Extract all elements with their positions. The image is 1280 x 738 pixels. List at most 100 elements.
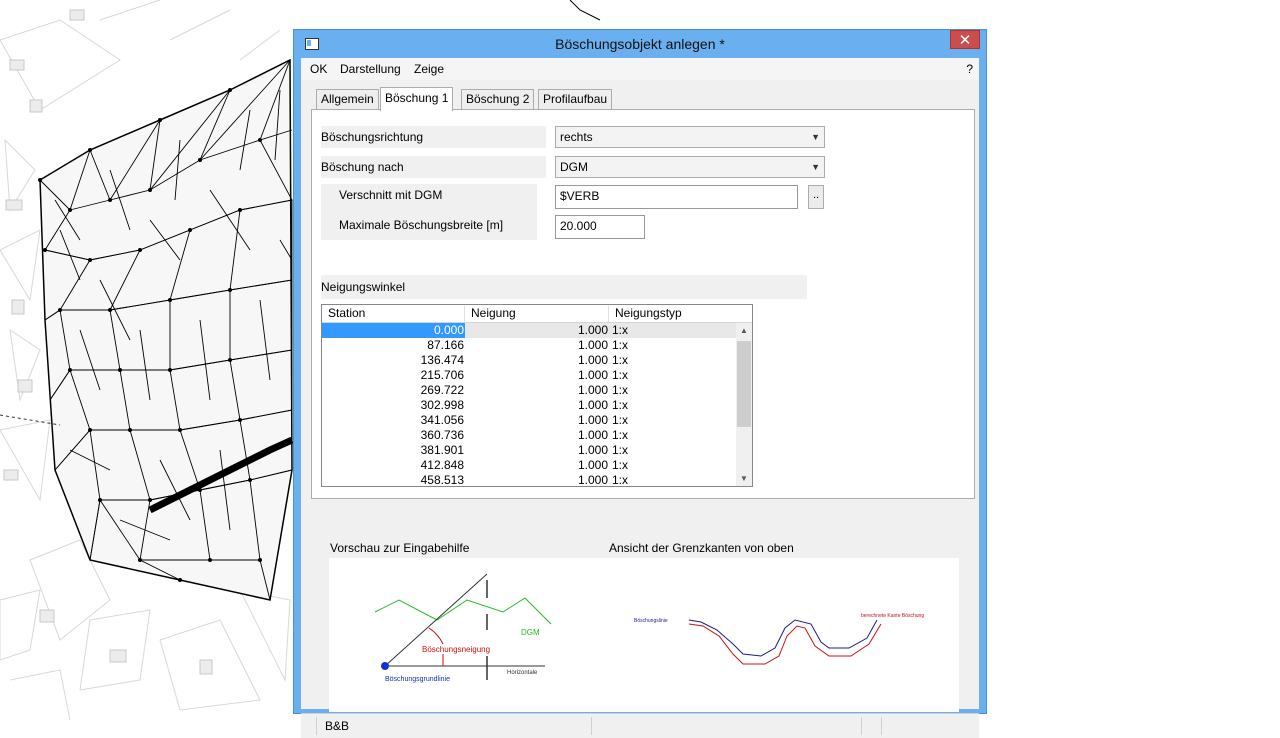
- cell-station[interactable]: 302.998: [322, 398, 465, 413]
- cell-neigung[interactable]: 1.000: [465, 398, 608, 413]
- cell-station[interactable]: 0.000: [322, 323, 465, 338]
- cell-neigung[interactable]: 1.000: [465, 473, 608, 486]
- cell-neigung[interactable]: 1.000: [465, 353, 608, 368]
- cell-neigungstyp[interactable]: 1:x: [612, 413, 628, 428]
- section-neigungswinkel: Neigungswinkel: [321, 275, 807, 299]
- station-value: 136.474: [420, 353, 464, 367]
- tab-allgemein[interactable]: Allgemein: [316, 89, 379, 109]
- table-row[interactable]: 381.901 1.000 1:x: [322, 443, 736, 458]
- station-value: 0.000: [322, 323, 465, 338]
- table-row[interactable]: 215.706 1.000 1:x: [322, 368, 736, 383]
- baseline-text: Böschungsgrundlinie: [385, 676, 450, 683]
- horizontal-text: Horizontale: [507, 670, 538, 676]
- slope-table[interactable]: Station Neigung Neigungstyp 0.000 1.000 1:…: [321, 304, 753, 487]
- cell-neigung[interactable]: 1.000: [465, 338, 608, 353]
- cell-neigungstyp[interactable]: 1:x: [612, 368, 628, 383]
- cell-neigungstyp[interactable]: 1:x: [612, 443, 628, 458]
- scroll-down-icon[interactable]: ▼: [736, 472, 752, 486]
- scroll-thumb[interactable]: [737, 341, 751, 427]
- cell-station[interactable]: 341.056: [322, 413, 465, 428]
- menu-darstellung[interactable]: Darstellung: [340, 62, 401, 76]
- table-row[interactable]: 360.736 1.000 1:x: [322, 428, 736, 443]
- preview-right-title: Ansicht der Grenzkanten von oben: [609, 541, 794, 555]
- target-label: Böschung nach: [321, 156, 546, 178]
- cell-neigung[interactable]: 1.000: [465, 458, 608, 473]
- edge-blue: [688, 619, 878, 657]
- table-row[interactable]: 412.848 1.000 1:x: [322, 458, 736, 473]
- cell-neigungstyp[interactable]: 1:x: [612, 428, 628, 443]
- cell-neigungstyp[interactable]: 1:x: [612, 383, 628, 398]
- edge-right-text: berechnete Kante Böschung: [861, 613, 924, 619]
- cell-neigung[interactable]: 1.000: [465, 443, 608, 458]
- cell-station[interactable]: 458.513: [322, 473, 465, 486]
- table-row[interactable]: 341.056 1.000 1:x: [322, 413, 736, 428]
- target-select[interactable]: DGM ▼: [555, 156, 825, 178]
- cell-station[interactable]: 87.166: [322, 338, 465, 353]
- table-row[interactable]: 0.000 1.000 1:x: [322, 323, 736, 338]
- cell-neigungstyp[interactable]: 1:x: [612, 398, 628, 413]
- col-neigung[interactable]: Neigung: [465, 306, 609, 322]
- dgm-text: DGM: [521, 628, 540, 637]
- preview-area: DGM Böschungsneigung Horizontale Böschun…: [329, 558, 959, 712]
- edge-left-text: Böschungslinie: [634, 618, 668, 624]
- angle-arc: [428, 627, 444, 645]
- col-neigungstyp[interactable]: Neigungstyp: [609, 306, 752, 322]
- chevron-down-icon: ▼: [811, 162, 820, 172]
- cell-neigungstyp[interactable]: 1:x: [612, 458, 628, 473]
- table-row[interactable]: 458.513 1.000 1:x: [322, 473, 736, 486]
- cell-station[interactable]: 360.736: [322, 428, 465, 443]
- cell-neigungstyp[interactable]: 1:x: [612, 338, 628, 353]
- station-value: 302.998: [420, 398, 464, 412]
- preview-left-title: Vorschau zur Eingabehilfe: [330, 541, 470, 555]
- intersect-input[interactable]: $VERB: [555, 185, 798, 209]
- cell-neigung[interactable]: 1.000: [465, 428, 608, 443]
- chevron-down-icon: ▼: [811, 132, 820, 142]
- cell-station[interactable]: 136.474: [322, 353, 465, 368]
- station-value: 87.166: [427, 338, 464, 352]
- cell-neigung[interactable]: 1.000: [465, 383, 608, 398]
- baseline-point: [381, 662, 389, 670]
- cell-neigungstyp[interactable]: 1:x: [612, 323, 628, 338]
- tab-profilaufbau[interactable]: Profilaufbau: [538, 89, 613, 109]
- cell-station[interactable]: 381.901: [322, 443, 465, 458]
- slope-text: Böschungsneigung: [422, 645, 490, 654]
- menu-zeige[interactable]: Zeige: [414, 62, 444, 76]
- cell-neigung[interactable]: 1.000: [465, 413, 608, 428]
- scroll-up-icon[interactable]: ▲: [736, 324, 752, 338]
- direction-value: rechts: [560, 130, 593, 144]
- intersect-label: Verschnitt mit DGM: [339, 188, 443, 202]
- station-value: 360.736: [420, 428, 464, 442]
- max-width-label: Maximale Böschungsbreite [m]: [339, 218, 504, 232]
- tab-panel: Böschungsrichtung rechts ▼ Böschung nach …: [311, 109, 975, 499]
- tab-boeschung-2[interactable]: Böschung 2: [461, 89, 535, 109]
- dgm-line: [374, 597, 552, 625]
- tab-boeschung-1[interactable]: Böschung 1: [380, 87, 454, 111]
- preview-diagrams: DGM Böschungsneigung Horizontale Böschun…: [374, 573, 924, 683]
- mesh-boundary: [39, 58, 293, 601]
- menu-bar: OK Darstellung Zeige ?: [301, 58, 979, 80]
- close-button[interactable]: ✕: [950, 30, 980, 49]
- browse-button[interactable]: ..: [808, 185, 824, 209]
- table-row[interactable]: 87.166 1.000 1:x: [322, 338, 736, 353]
- table-row[interactable]: 269.722 1.000 1:x: [322, 383, 736, 398]
- cell-neigung[interactable]: 1.000: [465, 323, 608, 338]
- help-menu[interactable]: ?: [966, 62, 973, 76]
- table-row[interactable]: 302.998 1.000 1:x: [322, 398, 736, 413]
- dialog-window: Böschungsobjekt anlegen * ✕ OK Darstellu…: [293, 29, 987, 738]
- menu-ok[interactable]: OK: [310, 62, 327, 76]
- direction-select[interactable]: rechts ▼: [555, 126, 825, 148]
- status-bar: B&B: [301, 713, 979, 738]
- cell-station[interactable]: 412.848: [322, 458, 465, 473]
- cell-station[interactable]: 215.706: [322, 368, 465, 383]
- max-width-input[interactable]: 20.000: [555, 215, 645, 239]
- cell-neigungstyp[interactable]: 1:x: [612, 353, 628, 368]
- table-scrollbar[interactable]: ▲ ▼: [736, 323, 752, 486]
- col-station[interactable]: Station: [322, 306, 465, 322]
- table-row[interactable]: 136.474 1.000 1:x: [322, 353, 736, 368]
- title-bar[interactable]: Böschungsobjekt anlegen * ✕: [294, 30, 986, 58]
- cell-station[interactable]: 269.722: [322, 383, 465, 398]
- dialog-client: OK Darstellung Zeige ? Allgemein Böschun…: [301, 58, 979, 738]
- station-value: 341.056: [420, 413, 464, 427]
- cell-neigung[interactable]: 1.000: [465, 368, 608, 383]
- cell-neigungstyp[interactable]: 1:x: [612, 473, 628, 486]
